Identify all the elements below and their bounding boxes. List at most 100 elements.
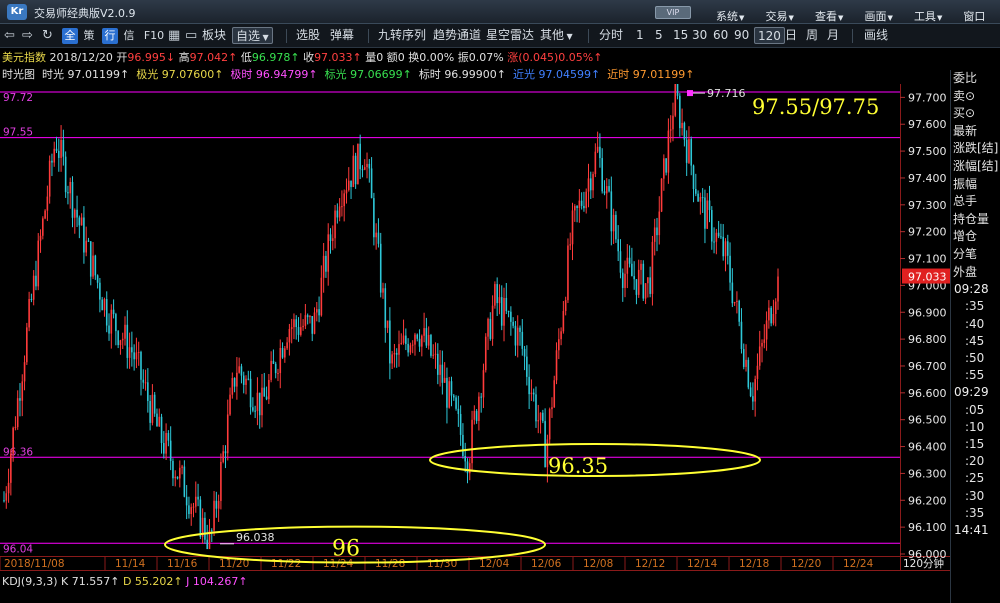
vip-badge[interactable]: VIP: [655, 6, 691, 19]
candle-body: [765, 320, 768, 340]
candle-body: [672, 115, 674, 130]
candle-body: [621, 272, 624, 288]
panel-bid[interactable]: 买⊙: [951, 105, 1000, 123]
menu-tools[interactable]: 工具▼: [914, 8, 950, 24]
menu-system[interactable]: 系统▼: [716, 8, 752, 24]
panel-outer-volume[interactable]: 外盘: [951, 264, 1000, 282]
candle-body: [258, 392, 261, 416]
sector-button[interactable]: 板块: [202, 27, 226, 44]
panel-oi-change[interactable]: 增仓: [951, 228, 1000, 246]
candle-body: [583, 205, 585, 209]
period-5[interactable]: 5: [655, 27, 663, 44]
panel-time: :20: [965, 454, 985, 469]
panel-amplitude[interactable]: 振幅: [951, 176, 1000, 194]
candle-body: [471, 419, 473, 464]
main-menu: 系统▼ 交易▼ 查看▼ 画面▼ 工具▼ 窗口: [716, 5, 993, 24]
candle-body: [437, 353, 439, 375]
candle-body: [615, 214, 617, 240]
y-tick-label: 97.700: [908, 91, 947, 104]
panel-change-pct[interactable]: 涨幅[结]: [951, 158, 1000, 176]
period-120[interactable]: 120: [754, 27, 785, 44]
candle-body: [99, 282, 101, 300]
candle-body: [697, 193, 699, 202]
panel-ticks[interactable]: 分笔: [951, 246, 1000, 264]
candlestick-chart[interactable]: 97.700 97.600 97.500 97.400 97.300 97.200 97.1…: [0, 84, 950, 603]
draw-line-button[interactable]: 画线: [864, 27, 888, 44]
candle-body: [665, 158, 667, 173]
candle-body: [599, 146, 601, 159]
candle-body: [425, 328, 428, 346]
panel-time: :05: [965, 402, 985, 417]
candle-body: [163, 443, 165, 454]
period-intraday[interactable]: 分时: [599, 27, 623, 44]
candle-body: [500, 297, 503, 326]
candle-body: [370, 168, 373, 199]
candle-body: [60, 140, 62, 158]
period-90[interactable]: 90: [734, 27, 749, 44]
candle-body: [158, 416, 161, 427]
y-tick-label: 96.200: [908, 494, 947, 507]
candle-body: [457, 408, 460, 414]
candle-body: [610, 191, 613, 232]
candle-body: [204, 517, 206, 540]
nine-turn-button[interactable]: 九转序列: [378, 27, 426, 44]
other-dropdown[interactable]: 其他 ▼: [540, 27, 573, 44]
candle-body: [343, 193, 345, 207]
candle-body: [521, 331, 524, 349]
watchlist-dropdown[interactable]: 自选 ▼: [232, 27, 273, 44]
period-1[interactable]: 1: [636, 27, 644, 44]
candle-body: [761, 342, 763, 347]
screen-icon[interactable]: ▭: [185, 27, 197, 44]
menu-window[interactable]: 窗口: [963, 8, 985, 24]
panel-change[interactable]: 涨跌[结]: [951, 140, 1000, 158]
forward-icon[interactable]: ⇨: [22, 27, 33, 44]
back-icon[interactable]: ⇦: [4, 27, 15, 44]
candle-body: [320, 277, 323, 316]
candle-body: [768, 307, 770, 321]
trend-channel-button[interactable]: 趋势通道: [433, 27, 481, 44]
candle-body: [569, 244, 572, 246]
menu-screen[interactable]: 画面▼: [864, 8, 900, 24]
candle-body: [777, 276, 779, 302]
x-tick-label: 12/06: [531, 558, 562, 570]
period-month[interactable]: 月: [827, 27, 839, 44]
candle-body: [197, 496, 199, 500]
menu-view[interactable]: 查看▼: [815, 8, 851, 24]
panel-bid-ratio[interactable]: 委比: [951, 70, 1000, 88]
candle-body: [32, 275, 35, 300]
period-day[interactable]: 日: [785, 27, 797, 44]
candle-body: [729, 255, 731, 283]
candle-body: [690, 139, 693, 166]
menu-trade[interactable]: 交易▼: [765, 8, 801, 24]
tab-all[interactable]: 全: [62, 28, 78, 44]
panel-ask[interactable]: 卖⊙: [951, 88, 1000, 106]
candle-body: [715, 232, 718, 242]
danmaku-button[interactable]: 弹幕: [330, 27, 354, 44]
stock-picker-button[interactable]: 选股: [296, 27, 320, 44]
starry-radar-button[interactable]: 星空雷达: [486, 27, 534, 44]
refresh-icon[interactable]: ↻: [42, 27, 53, 44]
tab-f10[interactable]: F10: [143, 28, 165, 44]
period-15[interactable]: 15: [673, 27, 688, 44]
candle-body: [309, 316, 311, 318]
candle-body: [580, 200, 583, 206]
panel-latest[interactable]: 最新: [951, 123, 1000, 141]
tab-strategy[interactable]: 策: [81, 28, 97, 44]
panel-open-interest[interactable]: 持仓量: [951, 211, 1000, 229]
candle-body: [185, 496, 188, 506]
period-30[interactable]: 30: [692, 27, 707, 44]
grid-view-icon[interactable]: ▦: [168, 27, 180, 44]
candle-body: [238, 366, 240, 373]
tab-quote[interactable]: 行: [102, 28, 118, 44]
panel-total-volume[interactable]: 总手: [951, 193, 1000, 211]
amount-value: 0: [397, 51, 405, 64]
candle-body: [535, 394, 537, 422]
period-week[interactable]: 周: [806, 27, 818, 44]
turnover-value: 0.00%: [419, 51, 455, 64]
x-tick-label: 12/20: [791, 558, 821, 570]
period-60[interactable]: 60: [713, 27, 728, 44]
candle-body: [706, 200, 709, 229]
candle-body: [633, 276, 635, 280]
tab-info[interactable]: 信: [121, 28, 137, 44]
candle-body: [172, 460, 174, 479]
